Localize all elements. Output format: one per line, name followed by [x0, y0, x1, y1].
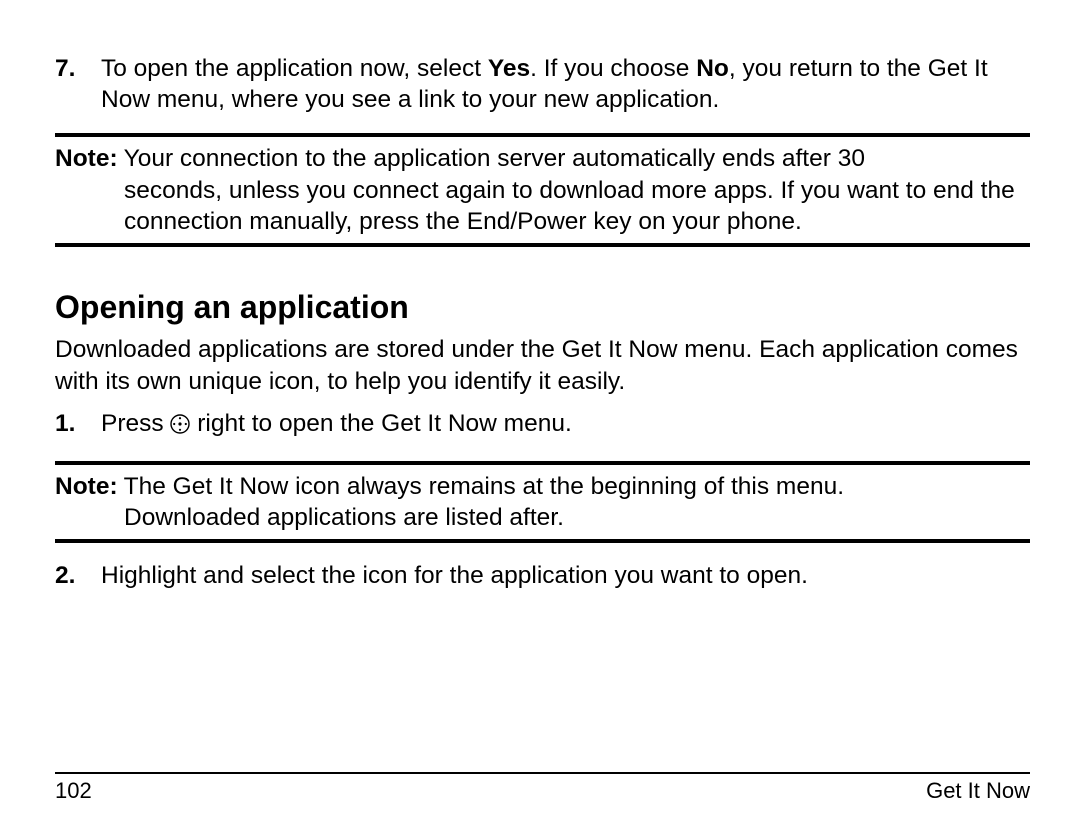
- note-label: Note:: [55, 471, 118, 502]
- no-label: No: [696, 55, 729, 82]
- step-7: 7. To open the application now, select Y…: [55, 54, 1030, 115]
- note-1: Note: Your connection to the application…: [55, 137, 1030, 243]
- step-body: To open the application now, select Yes.…: [101, 54, 1030, 115]
- step-text: right to open the Get It Now menu.: [197, 410, 572, 437]
- page-number: 102: [55, 778, 92, 804]
- step-2: 2. Highlight and select the icon for the…: [55, 561, 1030, 592]
- section-heading: Opening an application: [55, 289, 1030, 326]
- note-text-rest: seconds, unless you connect again to dow…: [124, 175, 1030, 238]
- note-2: Note: The Get It Now icon always remains…: [55, 465, 1030, 540]
- step-number: 1.: [55, 409, 101, 443]
- step-text: Highlight and select the icon for the ap…: [101, 561, 1030, 592]
- step-text: To open the application now, select: [101, 55, 488, 82]
- page-footer: 102 Get It Now: [55, 772, 1030, 804]
- step-number: 2.: [55, 561, 101, 592]
- note-label: Note:: [55, 143, 118, 174]
- intro-paragraph: Downloaded applications are stored under…: [55, 334, 1030, 397]
- step-body: Press right to open the Get It Now menu.: [101, 409, 1030, 443]
- note-rule-bottom: [55, 539, 1030, 543]
- note-text-rest: Downloaded applications are listed after…: [124, 502, 1030, 533]
- step-text: Press: [101, 410, 170, 437]
- page: 7. To open the application now, select Y…: [0, 0, 1080, 834]
- footer-rule: [55, 772, 1030, 774]
- step-text: . If you choose: [530, 55, 696, 82]
- step-number: 7.: [55, 54, 101, 115]
- nav-key-icon: [170, 412, 190, 443]
- note-text-line1: Your connection to the application serve…: [124, 143, 865, 174]
- note-text-line1: The Get It Now icon always remains at th…: [124, 471, 844, 502]
- note-rule-bottom: [55, 243, 1030, 247]
- chapter-title: Get It Now: [926, 778, 1030, 804]
- step-1: 1. Press right to open the Get It Now me…: [55, 409, 1030, 443]
- yes-label: Yes: [488, 55, 530, 82]
